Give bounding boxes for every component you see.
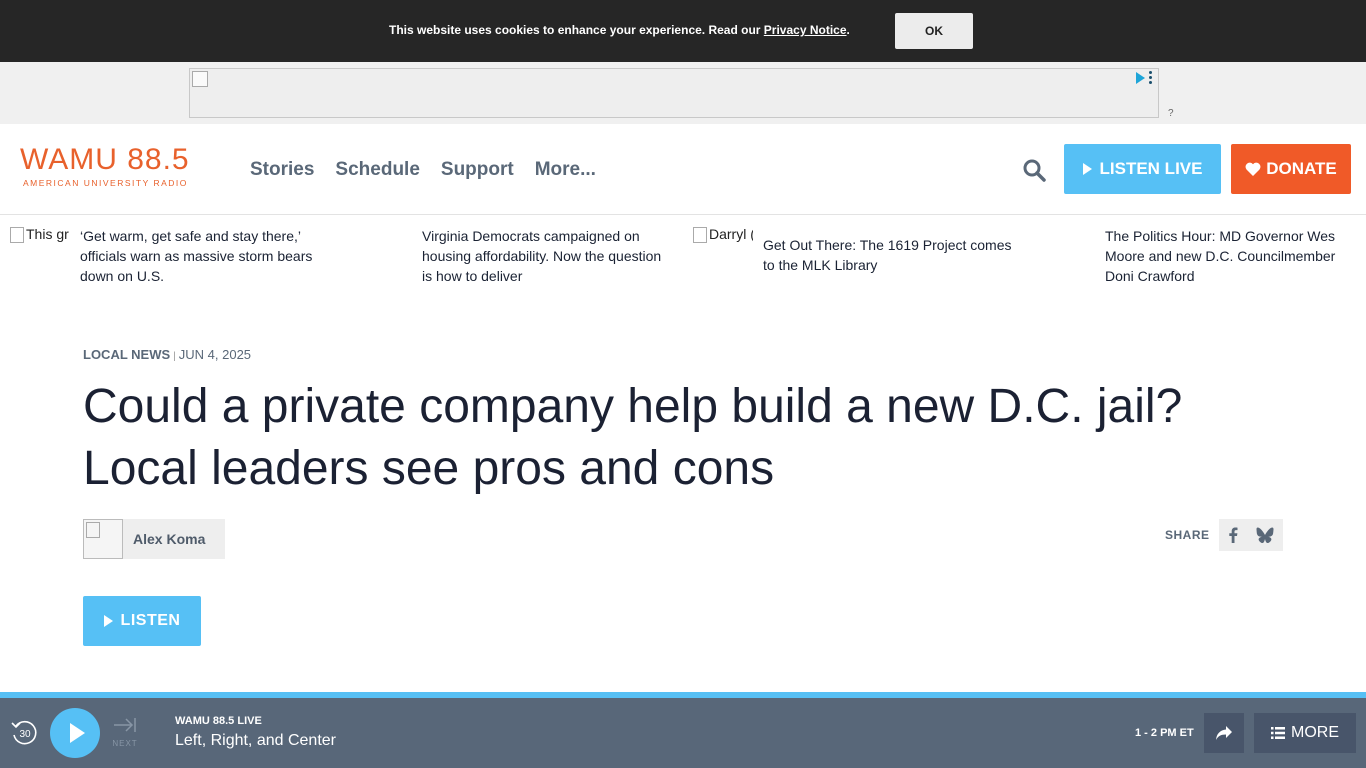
story-title[interactable]: Get Out There: The 1619 Project comes to…: [763, 235, 1023, 275]
story-item[interactable]: Virginia Democrats campaigned on housing…: [422, 226, 672, 286]
main-nav: Stories Schedule Support More...: [250, 159, 596, 181]
play-icon: [69, 723, 85, 743]
wamu-logo[interactable]: WAMU 88.5 AMERICAN UNIVERSITY RADIO: [20, 144, 190, 189]
story-strip: This gr ‘Get warm, get safe and stay the…: [0, 216, 1366, 306]
play-icon: [103, 615, 113, 627]
share-arrow-icon: [1216, 726, 1232, 740]
player-more-button[interactable]: MORE: [1254, 713, 1356, 753]
author-avatar: [83, 519, 123, 559]
share-label: SHARE: [1165, 528, 1210, 542]
bluesky-icon[interactable]: [1256, 527, 1274, 543]
article-date: JUN 4, 2025: [178, 347, 252, 362]
cookie-message: This website uses cookies to enhance you…: [389, 23, 850, 37]
show-title: Left, Right, and Center: [175, 732, 336, 749]
share-buttons: [1219, 519, 1283, 551]
play-button[interactable]: [50, 708, 100, 758]
next-button[interactable]: NEXT: [112, 716, 138, 748]
story-item[interactable]: Darryl ( Get Out There: The 1619 Project…: [693, 226, 1023, 275]
skip-next-icon: [114, 718, 136, 732]
search-icon[interactable]: [1022, 158, 1046, 182]
rewind-30-icon[interactable]: 30: [10, 718, 40, 748]
svg-text:30: 30: [19, 729, 31, 740]
story-title[interactable]: Virginia Democrats campaigned on housing…: [422, 226, 672, 286]
category-link[interactable]: LOCAL NEWS: [83, 347, 170, 362]
story-title[interactable]: ‘Get warm, get safe and stay there,’ off…: [80, 226, 325, 286]
ad-banner[interactable]: [189, 68, 1159, 118]
nav-support[interactable]: Support: [441, 159, 514, 181]
story-item[interactable]: The Politics Hour: MD Governor Wes Moore…: [1105, 226, 1355, 286]
listen-live-button[interactable]: LISTEN LIVE: [1064, 144, 1221, 194]
cookie-ok-button[interactable]: OK: [895, 13, 973, 49]
list-icon: [1271, 727, 1285, 739]
listen-button[interactable]: LISTEN: [83, 596, 201, 646]
station-name: WAMU 88.5 LIVE: [175, 715, 262, 727]
show-time: 1 - 2 PM ET: [1135, 727, 1194, 739]
author-byline[interactable]: Alex Koma: [83, 519, 225, 559]
play-icon: [1082, 163, 1092, 175]
nav-schedule[interactable]: Schedule: [335, 159, 419, 181]
article-meta: LOCAL NEWS | JUN 4, 2025: [83, 347, 252, 362]
adchoices-icon[interactable]: [1136, 71, 1152, 84]
ad-help[interactable]: ?: [1168, 108, 1174, 119]
ad-strip: [0, 62, 1366, 124]
site-header: WAMU 88.5 AMERICAN UNIVERSITY RADIO Stor…: [0, 124, 1366, 215]
nav-more[interactable]: More...: [535, 159, 596, 181]
story-title[interactable]: The Politics Hour: MD Governor Wes Moore…: [1105, 226, 1355, 286]
nav-stories[interactable]: Stories: [250, 159, 314, 181]
facebook-icon[interactable]: [1228, 527, 1238, 543]
broken-image-icon: [192, 71, 208, 87]
story-thumbnail[interactable]: This gr: [10, 226, 70, 286]
story-item[interactable]: This gr ‘Get warm, get safe and stay the…: [10, 226, 325, 286]
player-share-button[interactable]: [1204, 713, 1244, 753]
donate-button[interactable]: DONATE: [1231, 144, 1351, 194]
article-headline: Could a private company help build a new…: [83, 380, 1183, 495]
story-thumbnail[interactable]: Darryl (: [693, 226, 753, 275]
author-name[interactable]: Alex Koma: [133, 531, 205, 547]
cookie-banner: This website uses cookies to enhance you…: [0, 0, 1366, 62]
heart-icon: [1245, 162, 1261, 176]
privacy-notice-link[interactable]: Privacy Notice: [764, 23, 847, 37]
audio-player: 30 NEXT WAMU 88.5 LIVE Left, Right, and …: [0, 692, 1366, 768]
